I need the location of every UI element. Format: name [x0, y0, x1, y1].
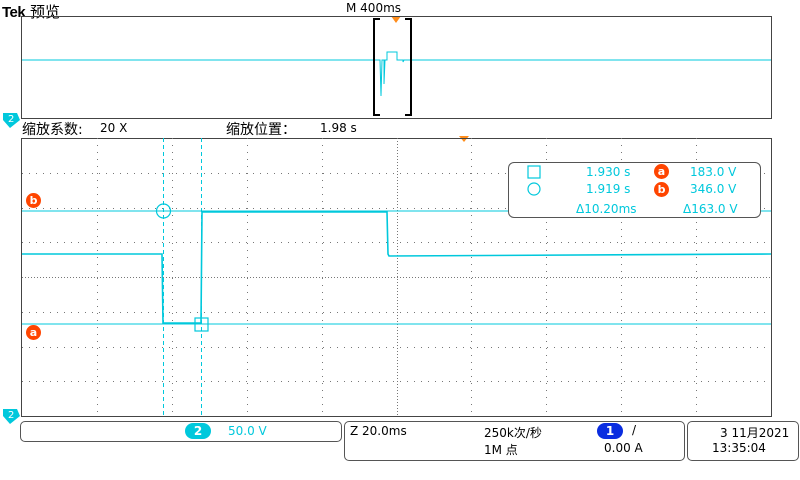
cursor-b-voltage: 346.0 V [690, 182, 737, 196]
sample-rate: 250k次/秒 [484, 426, 542, 440]
square-cursor-time: 1.930 s [586, 165, 631, 179]
overview-trigger-pointer [391, 16, 401, 23]
trigger-level: 0.00 A [604, 441, 643, 455]
channel-2-scale: 50.0 V [228, 424, 267, 438]
readout-b-badge: b [654, 182, 669, 197]
overview-frame [21, 16, 772, 119]
square-cursor-icon [527, 165, 541, 179]
overview-waveform [22, 51, 771, 97]
delta-time: Δ10.20ms [576, 202, 637, 216]
trigger-slope-icon: / [632, 423, 637, 437]
ch2-overview-marker-label: 2 [8, 114, 14, 125]
time-display: 13:35:04 [712, 441, 766, 455]
channel-status-panel[interactable] [20, 421, 342, 442]
circle-cursor-icon [527, 182, 541, 196]
channel-2-badge[interactable]: 2 [185, 423, 211, 439]
cursor-a-voltage: 183.0 V [690, 165, 737, 179]
zoom-bracket-left[interactable] [373, 18, 380, 116]
cursor-b-marker[interactable]: b [26, 193, 41, 208]
date-display: 3 11月2021 [720, 426, 790, 440]
channel-2-waveform [22, 211, 772, 324]
circle-cursor-time: 1.919 s [586, 182, 631, 196]
readout-a-badge: a [654, 164, 669, 179]
overview-window [21, 16, 772, 119]
delta-voltage: Δ163.0 V [683, 202, 738, 216]
record-length: 1M 点 [484, 443, 518, 457]
ch2-ground-marker[interactable]: 2 [0, 407, 22, 431]
ch2-ground-marker-label: 2 [8, 410, 14, 421]
zoom-bracket-right[interactable] [405, 18, 412, 116]
trigger-source-badge[interactable]: 1 [597, 423, 623, 439]
zoom-timebase: Z 20.0ms [350, 424, 407, 438]
cursor-a-marker[interactable]: a [26, 325, 41, 340]
